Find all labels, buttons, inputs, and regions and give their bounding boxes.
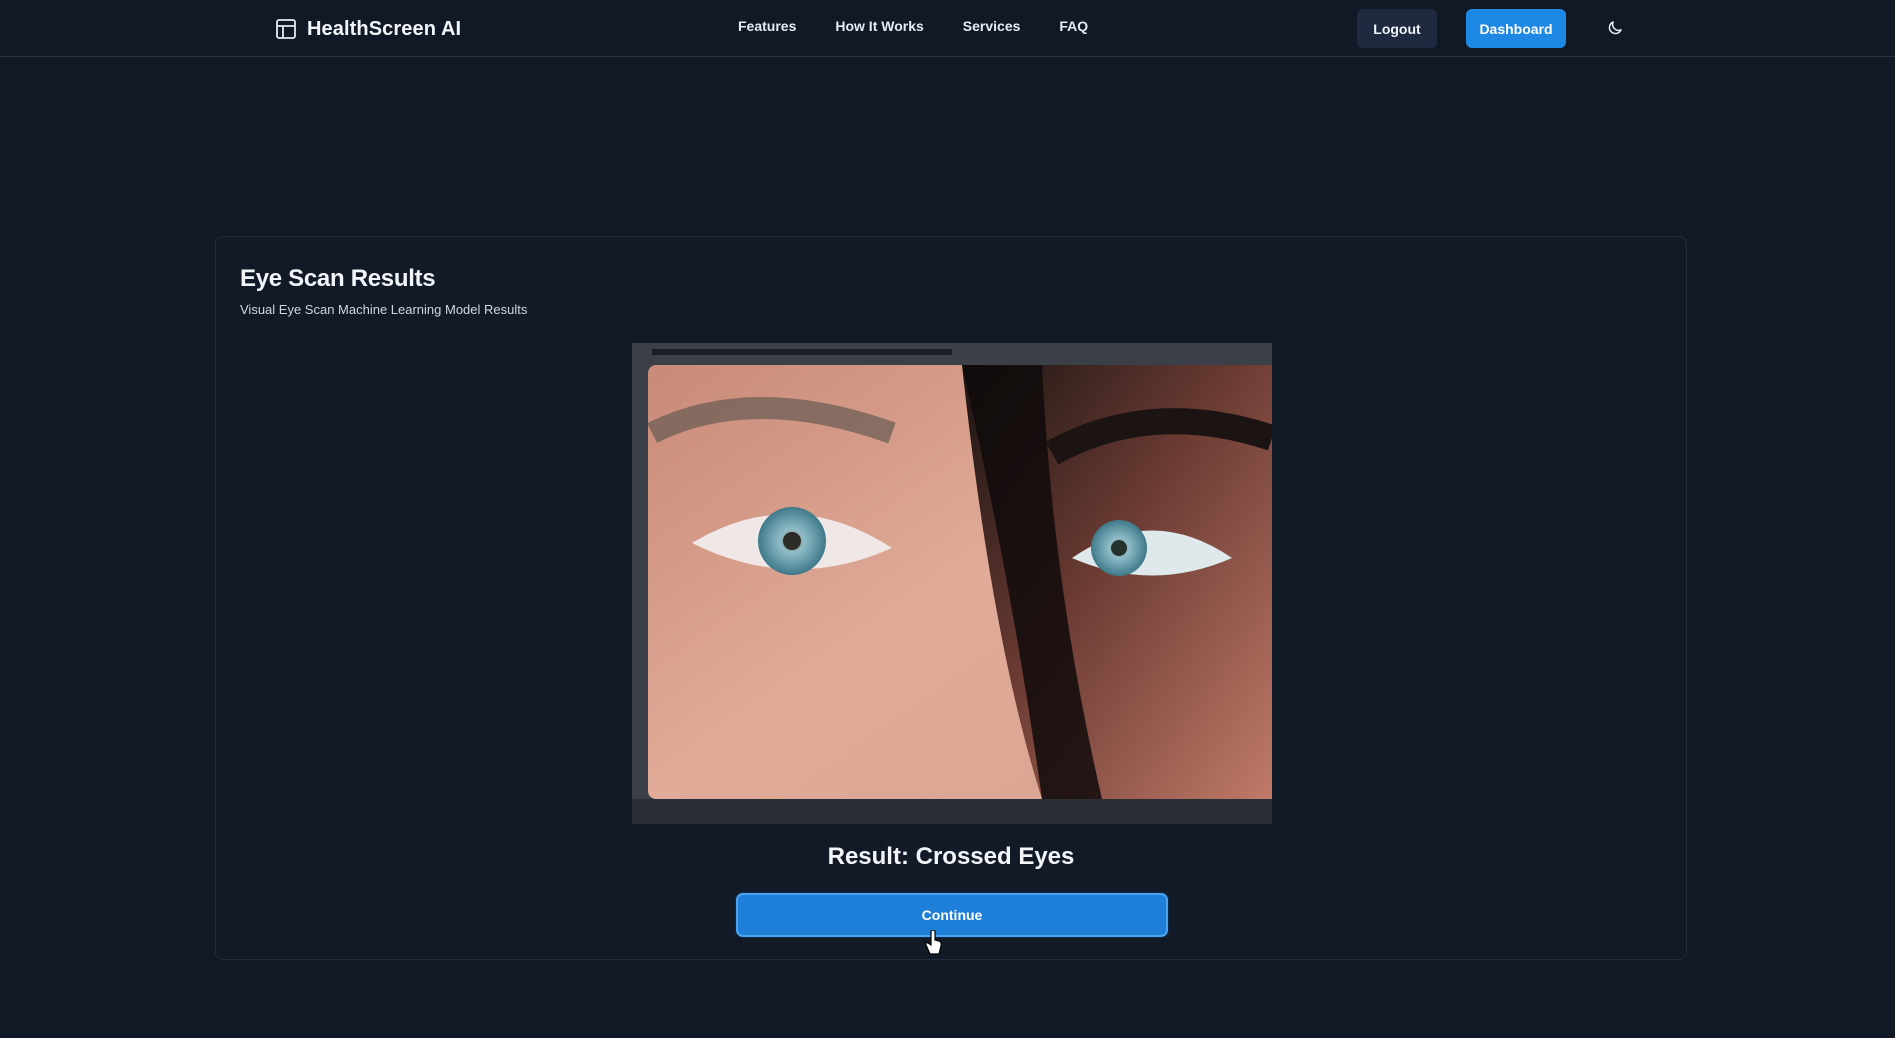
nav-link-faq[interactable]: FAQ: [1059, 18, 1088, 34]
nav-link-how-it-works[interactable]: How It Works: [835, 18, 923, 34]
card-subtitle: Visual Eye Scan Machine Learning Model R…: [240, 302, 528, 317]
brand[interactable]: HealthScreen AI: [275, 14, 461, 44]
continue-button[interactable]: Continue: [736, 893, 1168, 937]
nav-link-features[interactable]: Features: [738, 18, 796, 34]
result-text: Result: Crossed Eyes: [827, 843, 1075, 870]
top-navbar: HealthScreen AI Features How It Works Se…: [0, 0, 1895, 57]
layout-icon: [275, 18, 297, 40]
eye-scan-results-card: Eye Scan Results Visual Eye Scan Machine…: [215, 236, 1687, 960]
logout-button[interactable]: Logout: [1357, 9, 1437, 48]
eye-scan-photo: [632, 343, 1272, 824]
nav-links: Features How It Works Services FAQ: [738, 18, 1088, 34]
card-title: Eye Scan Results: [240, 265, 436, 292]
brand-name: HealthScreen AI: [307, 17, 462, 40]
nav-link-services[interactable]: Services: [963, 18, 1021, 34]
moon-icon[interactable]: [1604, 17, 1626, 39]
mouse-cursor-icon: [925, 929, 943, 956]
dashboard-button[interactable]: Dashboard: [1466, 9, 1566, 48]
